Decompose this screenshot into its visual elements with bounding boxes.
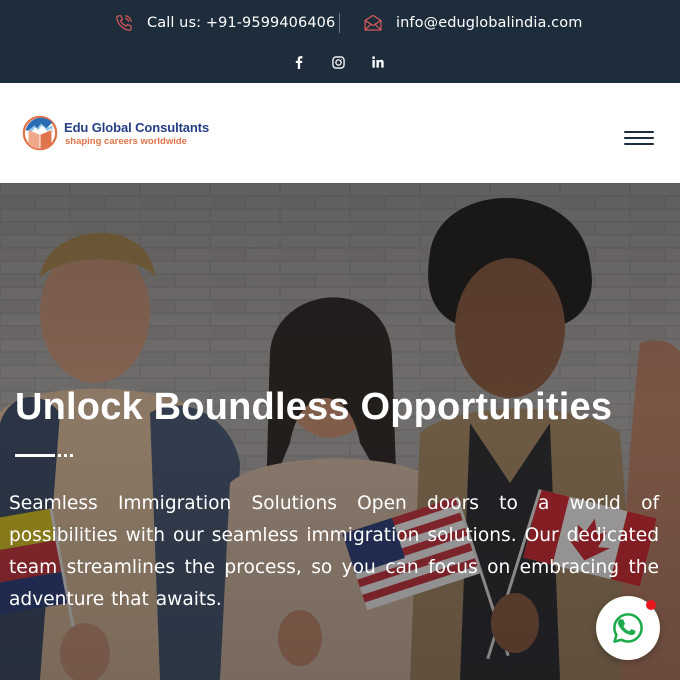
menu-line [624, 143, 654, 145]
logo-name: Edu Global Consultants [64, 119, 210, 135]
facebook-link[interactable] [289, 52, 309, 72]
contact-divider [339, 13, 340, 33]
site-header: Edu Global Consultants shaping careers w… [0, 83, 680, 183]
email-contact-link[interactable]: info@eduglobalindia.com [363, 12, 582, 34]
logo-text: Edu Global Consultants shaping careers w… [64, 120, 209, 147]
title-underline [15, 454, 75, 457]
linkedin-icon [372, 56, 384, 68]
contact-row: Call us: +91-9599406406 info@eduglobalin… [0, 0, 680, 46]
underline-dot [70, 454, 73, 457]
phone-icon [116, 15, 132, 31]
notification-dot [646, 600, 656, 610]
instagram-icon [331, 55, 345, 69]
hero-description: Seamless Immigration Solutions Open door… [9, 493, 659, 610]
hero-banner: Unlock Boundless Opportunities Seamless … [0, 183, 680, 680]
brand-logo[interactable]: Edu Global Consultants shaping careers w… [21, 114, 221, 152]
hero-title: Unlock Boundless Opportunities [15, 386, 613, 428]
phone-contact-link[interactable]: Call us: +91-9599406406 [114, 12, 335, 34]
social-links [0, 52, 680, 72]
logo-tagline: shaping careers worldwide [65, 135, 187, 147]
top-contact-bar: Call us: +91-9599406406 info@eduglobalin… [0, 0, 680, 83]
underline-bar [15, 454, 55, 457]
globe-logo-icon [22, 115, 58, 151]
menu-line [624, 131, 654, 133]
menu-line [624, 137, 654, 139]
underline-dot [64, 454, 67, 457]
phone-text: Call us: +91-9599406406 [147, 15, 336, 31]
email-text: info@eduglobalindia.com [396, 15, 583, 31]
hamburger-menu-icon[interactable] [622, 129, 656, 147]
linkedin-link[interactable] [368, 52, 388, 72]
mail-icon [364, 14, 382, 31]
whatsapp-icon [613, 613, 643, 643]
underline-dot [58, 454, 61, 457]
facebook-icon [295, 55, 303, 69]
instagram-link[interactable] [328, 52, 348, 72]
